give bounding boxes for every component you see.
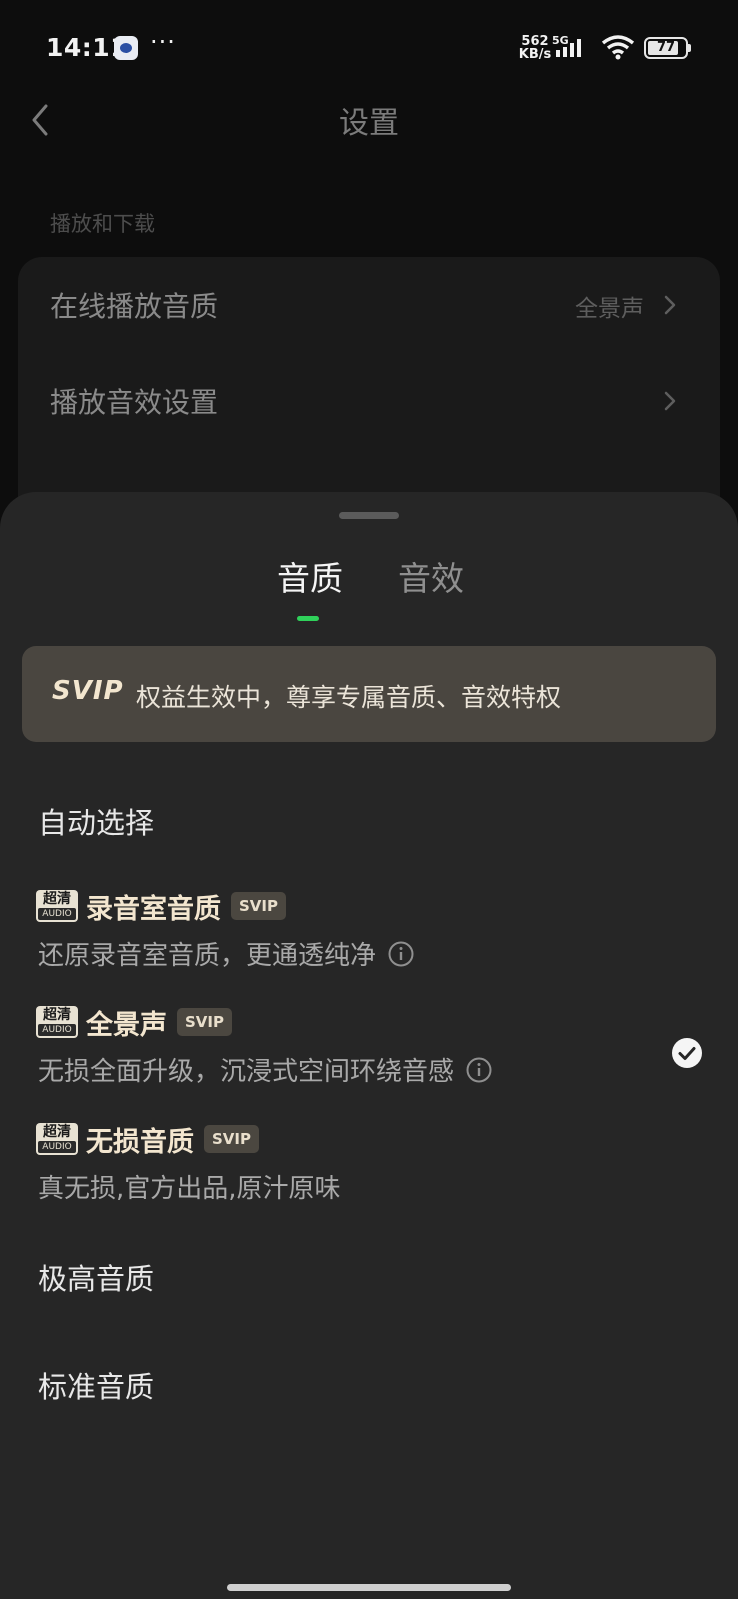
more-notifications-icon: ···: [150, 28, 176, 56]
svip-banner-text: 权益生效中，尊享专属音质、音效特权: [136, 683, 562, 712]
svip-tag: SVIP: [177, 1008, 232, 1036]
hd-audio-badge: 超清 AUDIO: [36, 1006, 78, 1038]
option-studio-quality[interactable]: 超清 AUDIO 录音室音质 SVIP 还原录音室音质，更通透纯净: [0, 889, 738, 973]
status-bar: 14:11 ··· 562 KB/s 5G 77: [0, 0, 738, 92]
battery-cap: [688, 44, 691, 52]
settings-row-value: 全景声: [575, 296, 644, 322]
option-title: 极高音质: [38, 1262, 155, 1296]
selected-check-icon: [672, 1038, 702, 1068]
settings-row-label: 播放音效设置: [50, 386, 219, 419]
svip-banner[interactable]: SVIP 权益生效中，尊享专属音质、音效特权: [22, 646, 716, 742]
network-type: 5G: [552, 34, 569, 47]
option-title: 全景声: [86, 1009, 167, 1041]
option-title: 自动选择: [38, 806, 155, 840]
option-title: 无损音质: [86, 1126, 194, 1158]
option-very-high-quality[interactable]: 极高音质: [0, 1256, 738, 1310]
option-title: 录音室音质: [86, 893, 221, 925]
svip-logo: SVIP: [52, 676, 124, 706]
hd-badge-bottom: AUDIO: [38, 1024, 76, 1036]
hd-badge-bottom: AUDIO: [38, 908, 76, 920]
info-icon[interactable]: [466, 1057, 492, 1083]
battery-percent: 77: [656, 40, 676, 55]
option-description: 真无损,官方出品,原汁原味: [38, 1174, 341, 1204]
wifi-icon: [601, 35, 635, 60]
tab-quality[interactable]: 音质: [277, 552, 343, 600]
hd-badge-top: 超清: [43, 891, 71, 907]
section-label: 播放和下载: [50, 212, 155, 236]
settings-row-effect-settings[interactable]: 播放音效设置: [18, 353, 720, 449]
info-icon[interactable]: [388, 941, 414, 967]
svip-tag: SVIP: [204, 1125, 259, 1153]
tab-effect[interactable]: 音效: [398, 552, 464, 600]
active-tab-indicator: [297, 616, 319, 621]
cellular-signal-icon: 5G: [552, 34, 581, 57]
hd-badge-top: 超清: [43, 1124, 71, 1140]
option-title: 标准音质: [38, 1370, 155, 1404]
app-notification-icon: [114, 36, 138, 60]
net-speed-unit: KB/s: [518, 47, 552, 62]
option-description: 无损全面升级，沉浸式空间环绕音感: [38, 1057, 455, 1087]
chevron-right-icon: [664, 295, 676, 315]
chevron-right-icon: [664, 391, 676, 411]
hd-audio-badge: 超清 AUDIO: [36, 1123, 78, 1155]
hd-badge-bottom: AUDIO: [38, 1141, 76, 1153]
option-lossless-quality[interactable]: 超清 AUDIO 无损音质 SVIP 真无损,官方出品,原汁原味: [0, 1122, 738, 1206]
home-indicator[interactable]: [227, 1584, 511, 1591]
hd-audio-badge: 超清 AUDIO: [36, 890, 78, 922]
net-speed: 562 KB/s: [517, 35, 553, 61]
hd-badge-top: 超清: [43, 1007, 71, 1023]
settings-row-label: 在线播放音质: [50, 290, 219, 323]
settings-row-online-quality[interactable]: 在线播放音质 全景声: [18, 257, 720, 353]
option-auto[interactable]: 自动选择: [0, 800, 738, 854]
quality-bottom-sheet: 音质 音效 SVIP 权益生效中，尊享专属音质、音效特权 自动选择 超清 AUD…: [0, 492, 738, 1599]
svip-tag: SVIP: [231, 892, 286, 920]
battery-icon: 77: [644, 37, 688, 59]
option-standard-quality[interactable]: 标准音质: [0, 1364, 738, 1418]
option-description: 还原录音室音质，更通透纯净: [38, 941, 377, 971]
option-panoramic-sound[interactable]: 超清 AUDIO 全景声 SVIP 无损全面升级，沉浸式空间环绕音感: [0, 1005, 738, 1089]
sheet-drag-handle[interactable]: [339, 512, 399, 519]
page-title: 设置: [339, 106, 399, 141]
